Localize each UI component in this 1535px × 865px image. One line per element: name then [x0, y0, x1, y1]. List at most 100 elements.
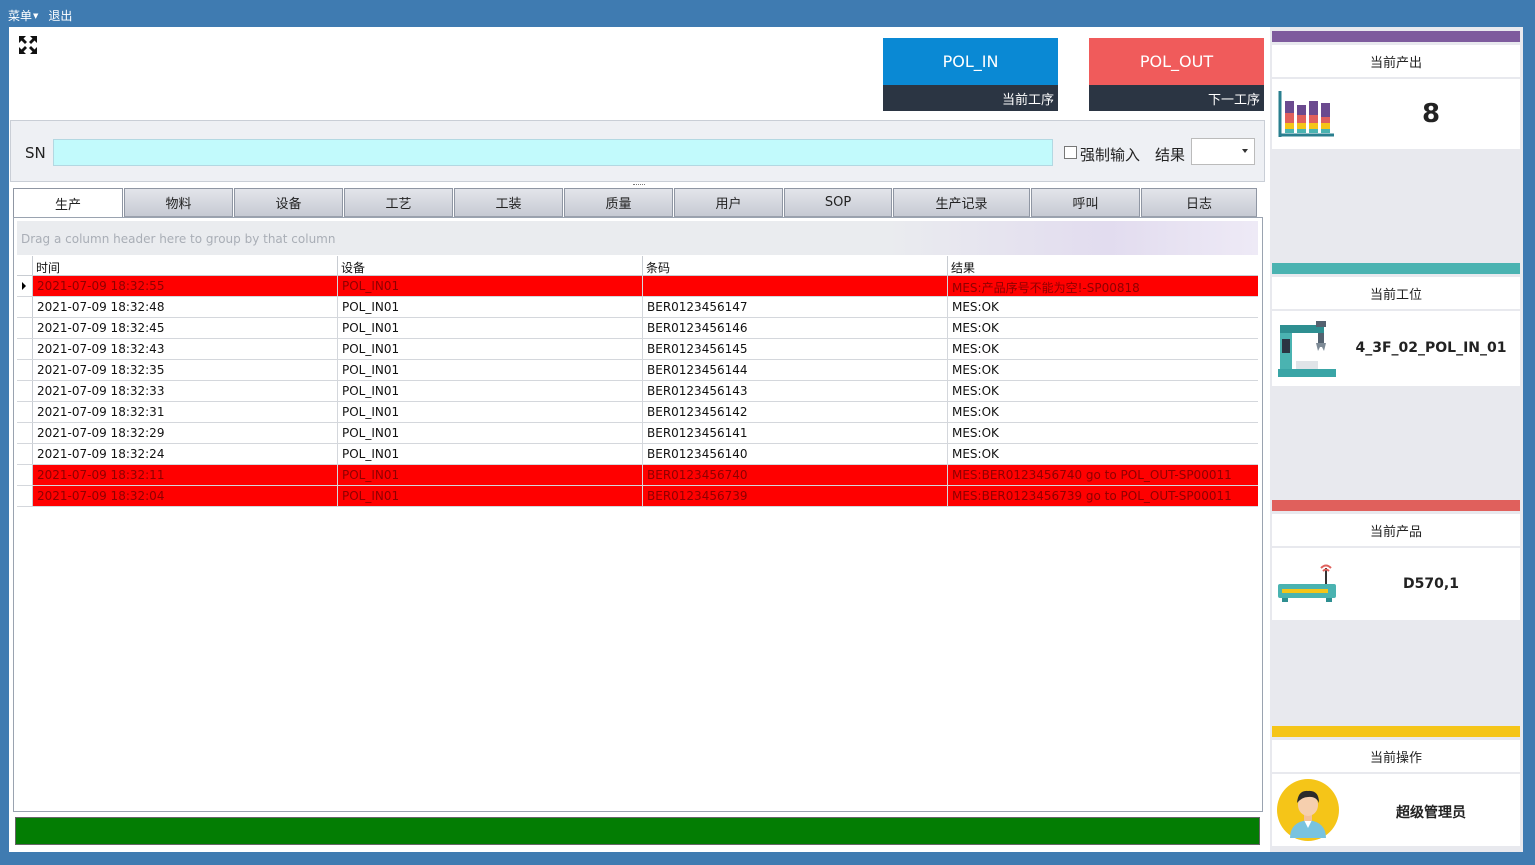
current-step-name: POL_IN — [883, 38, 1058, 85]
cell-device: POL_IN01 — [338, 444, 643, 464]
product-card-title: 当前产品 — [1272, 514, 1520, 546]
cell-result: MES:OK — [952, 342, 999, 356]
sn-input[interactable] — [53, 139, 1053, 166]
cell-barcode: BER0123456144 — [643, 360, 948, 380]
tab-user[interactable]: 用户 — [674, 188, 783, 217]
table-row[interactable]: 2021-07-09 18:32:29 POL_IN01 BER0123456141… — [17, 423, 1258, 444]
product-card-accent — [1272, 500, 1520, 511]
sn-panel: SN 强制输入 结果 — [10, 120, 1265, 182]
menu-bar: 菜单▼ 退出 — [0, 0, 1535, 27]
cell-time: 2021-07-09 18:32:48 — [33, 297, 338, 317]
cell-time: 2021-07-09 18:32:29 — [33, 423, 338, 443]
cell-time: 2021-07-09 18:32:45 — [33, 318, 338, 338]
column-header-result[interactable]: 结果 — [948, 256, 1258, 275]
router-icon — [1278, 564, 1336, 602]
cell-barcode: BER0123456142 — [643, 402, 948, 422]
group-by-panel[interactable]: Drag a column header here to group by th… — [17, 221, 1258, 255]
grid-rows: 2021-07-09 18:32:55 POL_IN01 MES:产品序号不能为空!… — [17, 276, 1258, 507]
cell-barcode: BER0123456140 — [643, 444, 948, 464]
column-header-device[interactable]: 设备 — [338, 256, 643, 275]
output-value: 8 — [1421, 99, 1441, 129]
cell-time: 2021-07-09 18:32:24 — [33, 444, 338, 464]
output-card: 8 — [1272, 79, 1520, 149]
tab-material[interactable]: 物料 — [124, 188, 233, 217]
cell-time: 2021-07-09 18:32:35 — [33, 360, 338, 380]
cell-time: 2021-07-09 18:32:04 — [33, 486, 338, 506]
table-row[interactable]: 2021-07-09 18:32:11 POL_IN01 BER0123456740… — [17, 465, 1258, 486]
row-indicator — [17, 297, 33, 317]
cell-time: 2021-07-09 18:32:55 — [33, 276, 338, 296]
cell-barcode: BER0123456145 — [643, 339, 948, 359]
cell-device: POL_IN01 — [338, 486, 643, 506]
chevron-down-icon — [1242, 149, 1248, 153]
production-grid: Drag a column header here to group by th… — [13, 217, 1263, 812]
next-step-box: POL_OUT 下一工序 — [1089, 38, 1264, 111]
tab-log[interactable]: 日志 — [1141, 188, 1257, 217]
tab-equipment[interactable]: 设备 — [234, 188, 343, 217]
output-card-title: 当前产出 — [1272, 45, 1520, 77]
cell-device: POL_IN01 — [338, 297, 643, 317]
cell-result: MES:OK — [952, 363, 999, 377]
station-value: 4_3F_02_POL_IN_01 — [1355, 340, 1507, 356]
tab-call[interactable]: 呼叫 — [1031, 188, 1140, 217]
splitter-handle[interactable] — [633, 184, 645, 186]
current-step-caption: 当前工序 — [883, 85, 1058, 111]
table-row[interactable]: 2021-07-09 18:32:04 POL_IN01 BER0123456739… — [17, 486, 1258, 507]
menu-dropdown[interactable]: 菜单▼ — [8, 7, 38, 24]
column-header-time[interactable]: 时间 — [33, 256, 338, 275]
table-row[interactable]: 2021-07-09 18:32:55 POL_IN01 MES:产品序号不能为空!… — [17, 276, 1258, 297]
cell-result: MES:OK — [952, 447, 999, 461]
cell-barcode: BER0123456739 — [643, 486, 948, 506]
row-indicator — [17, 276, 33, 296]
tab-sop[interactable]: SOP — [784, 188, 892, 217]
grid-header: 时间 设备 条码 结果 — [17, 256, 1258, 276]
exit-menu-item[interactable]: 退出 — [48, 7, 72, 24]
column-header-barcode[interactable]: 条码 — [643, 256, 948, 275]
row-indicator — [17, 444, 33, 464]
table-row[interactable]: 2021-07-09 18:32:45 POL_IN01 BER0123456146… — [17, 318, 1258, 339]
force-input-checkbox[interactable] — [1064, 146, 1077, 159]
tab-fixture[interactable]: 工装 — [454, 188, 563, 217]
expand-icon[interactable] — [17, 34, 39, 56]
table-row[interactable]: 2021-07-09 18:32:24 POL_IN01 BER0123456140… — [17, 444, 1258, 465]
cell-result: MES:OK — [952, 384, 999, 398]
cell-time: 2021-07-09 18:32:43 — [33, 339, 338, 359]
cell-device: POL_IN01 — [338, 381, 643, 401]
tab-production-record[interactable]: 生产记录 — [893, 188, 1030, 217]
result-select[interactable] — [1191, 138, 1255, 165]
status-bar — [15, 817, 1260, 845]
table-row[interactable]: 2021-07-09 18:32:48 POL_IN01 BER0123456147… — [17, 297, 1258, 318]
menu-label: 菜单 — [8, 9, 33, 23]
table-row[interactable]: 2021-07-09 18:32:35 POL_IN01 BER0123456144… — [17, 360, 1258, 381]
station-card-accent — [1272, 263, 1520, 274]
current-row-arrow-icon — [22, 282, 26, 290]
tab-process[interactable]: 工艺 — [344, 188, 453, 217]
main-panel: POL_IN 当前工序 POL_OUT 下一工序 SN 强制输入 结果 生产 物… — [9, 27, 1270, 852]
next-step-name: POL_OUT — [1089, 38, 1264, 85]
tab-quality[interactable]: 质量 — [564, 188, 673, 217]
current-step-box: POL_IN 当前工序 — [883, 38, 1058, 111]
bar-chart-icon — [1278, 91, 1334, 137]
product-card: D570,1 — [1272, 548, 1520, 620]
machine-icon — [1278, 321, 1336, 377]
next-step-caption: 下一工序 — [1089, 85, 1264, 111]
station-card: 4_3F_02_POL_IN_01 — [1272, 311, 1520, 386]
info-side-panel: 当前产出 8 当前工位 4_3F_02_POL_IN_01 当前产品 D570,… — [1270, 27, 1523, 852]
cell-time: 2021-07-09 18:32:11 — [33, 465, 338, 485]
table-row[interactable]: 2021-07-09 18:32:43 POL_IN01 BER0123456145… — [17, 339, 1258, 360]
cell-result: MES:产品序号不能为空!-SP00818 — [948, 276, 1258, 296]
sn-label: SN — [25, 144, 46, 162]
table-row[interactable]: 2021-07-09 18:32:31 POL_IN01 BER0123456142… — [17, 402, 1258, 423]
cell-device: POL_IN01 — [338, 339, 643, 359]
cell-device: POL_IN01 — [338, 465, 643, 485]
cell-barcode — [643, 276, 948, 296]
cell-barcode: BER0123456141 — [643, 423, 948, 443]
chevron-down-icon: ▼ — [33, 12, 39, 20]
cell-device: POL_IN01 — [338, 318, 643, 338]
cell-barcode: BER0123456143 — [643, 381, 948, 401]
tab-production[interactable]: 生产 — [13, 188, 123, 218]
tab-strip: 生产 物料 设备 工艺 工装 质量 用户 SOP 生产记录 呼叫 日志 — [13, 188, 1263, 218]
row-indicator — [17, 339, 33, 359]
table-row[interactable]: 2021-07-09 18:32:33 POL_IN01 BER0123456143… — [17, 381, 1258, 402]
station-card-title: 当前工位 — [1272, 277, 1520, 309]
